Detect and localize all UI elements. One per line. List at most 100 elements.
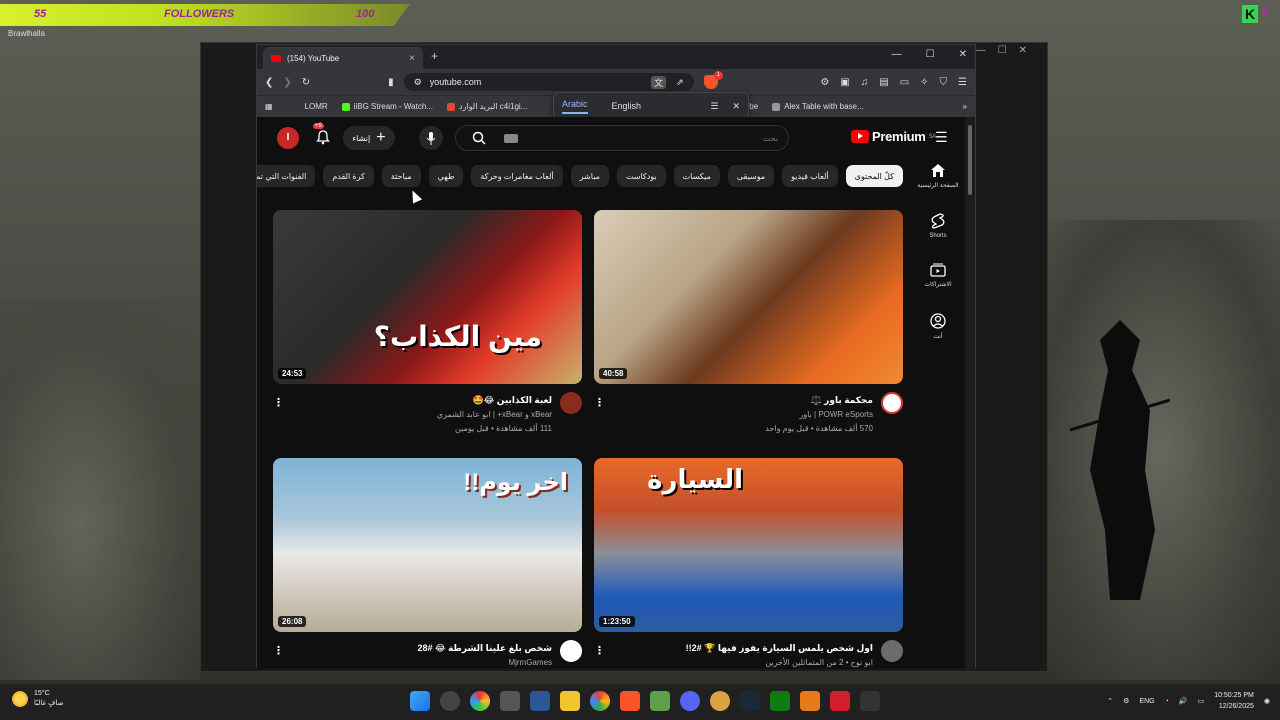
sidebar-item-home[interactable]: الصفحة الرئيسية bbox=[909, 163, 967, 213]
app-store-icon[interactable] bbox=[530, 691, 550, 711]
app-unity-icon[interactable] bbox=[500, 691, 520, 711]
bookmarks-more-icon[interactable]: » bbox=[963, 102, 967, 111]
video-thumbnail[interactable]: مين الكذاب؟ 24:53 bbox=[273, 210, 582, 384]
search-bar[interactable]: بحث bbox=[455, 125, 789, 151]
bookmark-alex-table[interactable]: Alex Table with base... bbox=[772, 102, 864, 111]
language-indicator[interactable]: ENG bbox=[1139, 698, 1154, 705]
create-button[interactable]: إنشاء + bbox=[343, 126, 395, 150]
notification-icon[interactable]: ◉ bbox=[1264, 697, 1270, 705]
video-thumbnail[interactable]: السيارة 1:23:50 bbox=[594, 458, 903, 632]
page-scrollbar[interactable] bbox=[965, 117, 975, 669]
keyboard-icon[interactable] bbox=[504, 133, 518, 143]
app-color-icon[interactable] bbox=[470, 691, 490, 711]
chip-action-games[interactable]: ألعاب مغامرات وحركة bbox=[471, 165, 563, 187]
clock[interactable]: 10:50:25 PM 12/26/2025 bbox=[1214, 690, 1254, 712]
channel-avatar[interactable] bbox=[560, 640, 582, 662]
video-channel[interactable]: MjrmGames bbox=[508, 658, 552, 667]
start-icon[interactable] bbox=[410, 691, 430, 711]
reload-icon[interactable]: ↻ bbox=[302, 77, 310, 88]
vpn-icon[interactable]: ⛉ bbox=[940, 77, 948, 88]
app-obs-icon[interactable] bbox=[440, 691, 460, 711]
translate-menu-icon[interactable]: ☰ bbox=[710, 101, 718, 112]
wallet-icon[interactable]: ▭ bbox=[900, 77, 909, 88]
chip-cooking[interactable]: طهي bbox=[428, 165, 464, 187]
menu-icon[interactable]: ☰ bbox=[958, 77, 967, 88]
chip-all[interactable]: كلّ المحتوى bbox=[845, 165, 903, 187]
sidebar-item-you[interactable]: أنت bbox=[909, 313, 967, 363]
discord-icon[interactable] bbox=[680, 691, 700, 711]
video-channel[interactable]: ابو نوح • 2 من المتماثلين الأخرين bbox=[765, 658, 873, 667]
video-title[interactable]: شخص بلغ علينا الشرطة 😂 #28 bbox=[417, 643, 552, 654]
apps-icon[interactable]: ▦ bbox=[265, 102, 273, 111]
video-menu-icon[interactable]: ⋮ bbox=[273, 396, 284, 409]
channel-avatar[interactable] bbox=[560, 392, 582, 414]
app-yellow-icon[interactable] bbox=[710, 691, 730, 711]
forward-icon[interactable]: ❯ bbox=[283, 77, 291, 88]
chip-music[interactable]: موسيقى bbox=[727, 165, 775, 187]
video-card[interactable]: اخر يوم!! 26:08 شخص بلغ علينا الشرطة 😂 #… bbox=[273, 458, 582, 669]
video-card[interactable]: مين الكذاب؟ 24:53 لعبة الكذابين 😂🤩 xBear… bbox=[273, 210, 582, 442]
video-thumbnail[interactable]: اخر يوم!! 26:08 bbox=[273, 458, 582, 632]
bookmark-icon[interactable]: ▮ bbox=[388, 77, 394, 88]
chip-recently-uploaded[interactable]: الفنوات التي تم تحميلها مؤخرًا bbox=[257, 165, 316, 187]
video-menu-icon[interactable]: ⋮ bbox=[594, 396, 605, 409]
weather-widget[interactable]: 15°C صافٍ غالبًا bbox=[12, 689, 63, 709]
tray-chevron-icon[interactable]: ⌃ bbox=[1107, 697, 1113, 705]
close-window-button[interactable]: ✕ bbox=[959, 49, 967, 60]
terminal-icon[interactable] bbox=[860, 691, 880, 711]
video-menu-icon[interactable]: ⋮ bbox=[273, 644, 284, 657]
chrome-icon[interactable] bbox=[590, 691, 610, 711]
bookmark-lomr[interactable]: LOMR bbox=[305, 102, 328, 111]
bookmark-ibg[interactable]: iiBG Stream - Watch... bbox=[341, 102, 433, 111]
bookmark-gmail[interactable]: البريد الوارد c4i1gi... bbox=[446, 102, 527, 111]
back-icon[interactable]: ❮ bbox=[265, 77, 273, 88]
maximize-button[interactable]: ☐ bbox=[926, 49, 935, 60]
video-card[interactable]: السيارة 1:23:50 اول شخص يلمس السيارة يفو… bbox=[594, 458, 903, 669]
app-red-icon[interactable] bbox=[830, 691, 850, 711]
video-channel[interactable]: xBear و xBear+ | ابو عابد الشمري bbox=[437, 410, 552, 419]
battery-icon[interactable]: ▭ bbox=[1198, 697, 1205, 705]
translate-close-icon[interactable]: ✕ bbox=[732, 101, 740, 112]
brave-icon[interactable] bbox=[620, 691, 640, 711]
tab-close-icon[interactable]: × bbox=[409, 53, 415, 64]
chip-debate[interactable]: مباحثة bbox=[381, 165, 421, 187]
chip-mixes[interactable]: ميكسات bbox=[673, 165, 720, 187]
chip-football[interactable]: كرة القدم bbox=[323, 165, 374, 187]
video-title[interactable]: اول شخص يلمس السيارة يفوز فيها 🏆 #2!! bbox=[686, 643, 873, 654]
minimize-button[interactable]: — bbox=[892, 49, 902, 60]
volume-icon[interactable]: 🔊 bbox=[1179, 697, 1188, 705]
sidebar-item-subscriptions[interactable]: الاشتراكات bbox=[909, 263, 967, 313]
translate-target-lang[interactable]: English bbox=[612, 101, 642, 111]
translate-source-lang[interactable]: Arabic bbox=[562, 99, 588, 114]
sidebar-icon[interactable]: ▤ bbox=[879, 77, 888, 88]
tab-youtube[interactable]: (154) YouTube × bbox=[263, 47, 423, 69]
xbox-icon[interactable] bbox=[770, 691, 790, 711]
site-info-icon[interactable]: ⚙ bbox=[414, 77, 422, 88]
extensions-icon[interactable]: ⚙ bbox=[820, 77, 829, 88]
video-title[interactable]: لعبة الكذابين 😂🤩 bbox=[473, 395, 552, 406]
guide-menu-icon[interactable]: ☰ bbox=[935, 129, 948, 146]
app-orange-icon[interactable] bbox=[800, 691, 820, 711]
capture-icon[interactable]: ▣ bbox=[840, 77, 849, 88]
file-explorer-icon[interactable] bbox=[560, 691, 580, 711]
app-green-icon[interactable] bbox=[650, 691, 670, 711]
video-title[interactable]: محكمة باور ⚖️ bbox=[810, 395, 873, 406]
chip-live[interactable]: مباشر bbox=[570, 165, 609, 187]
url-box[interactable]: ⚙ youtube.com 文 ⇗ bbox=[403, 73, 694, 91]
media-icon[interactable]: ♫ bbox=[861, 77, 869, 88]
youtube-premium-logo[interactable]: Premium SA bbox=[851, 129, 936, 144]
new-tab-button[interactable]: + bbox=[431, 49, 438, 63]
channel-avatar[interactable] bbox=[881, 392, 903, 414]
share-icon[interactable]: ⇗ bbox=[676, 77, 684, 88]
notifications-bell-icon[interactable] bbox=[315, 129, 331, 145]
account-avatar[interactable]: I bbox=[277, 127, 299, 149]
video-thumbnail[interactable]: 40:58 bbox=[594, 210, 903, 384]
translate-icon[interactable]: 文 bbox=[651, 75, 667, 89]
steam-icon[interactable] bbox=[740, 691, 760, 711]
chip-podcasts[interactable]: بودكاست bbox=[616, 165, 666, 187]
video-channel[interactable]: POWR eSports | باور bbox=[799, 410, 873, 419]
video-menu-icon[interactable]: ⋮ bbox=[594, 644, 605, 657]
scrollbar-thumb[interactable] bbox=[968, 125, 972, 195]
chip-video-games[interactable]: ألعاب فيديو bbox=[782, 165, 838, 187]
video-card[interactable]: 40:58 محكمة باور ⚖️ POWR eSports | باور … bbox=[594, 210, 903, 442]
